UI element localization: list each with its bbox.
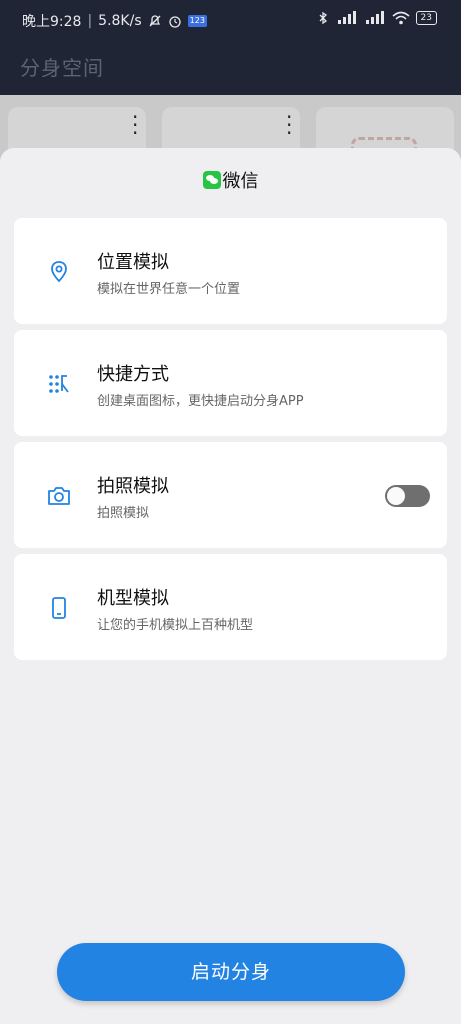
camera-simulation-toggle[interactable] xyxy=(385,485,430,507)
more-options-icon[interactable]: · · · xyxy=(286,107,292,143)
option-location-simulation[interactable]: 位置模拟 模拟在世界任意一个位置 xyxy=(14,218,447,324)
signal-icon-2 xyxy=(365,11,384,24)
option-title: 快捷方式 xyxy=(97,364,169,385)
app-badge: 123 xyxy=(187,15,207,27)
option-desc: 拍照模拟 xyxy=(97,506,150,521)
shortcut-grid-icon xyxy=(49,375,69,393)
alarm-clock-icon xyxy=(168,16,181,28)
sheet-title: 微信 xyxy=(222,171,259,192)
option-title: 拍照模拟 xyxy=(97,476,169,497)
wechat-icon xyxy=(202,171,221,189)
status-right: 23 xyxy=(316,11,437,25)
start-clone-button[interactable]: 启动分身 xyxy=(57,943,405,1001)
more-options-icon[interactable]: · · · xyxy=(132,107,138,143)
page-title: 分身空间 xyxy=(20,56,104,80)
signal-icon xyxy=(337,11,356,24)
option-desc: 让您的手机模拟上百种机型 xyxy=(97,618,254,633)
option-shortcut[interactable]: 快捷方式 创建桌面图标，更快捷启动分身APP xyxy=(14,330,447,436)
app-bar: 分身空间 xyxy=(0,40,461,95)
option-desc: 模拟在世界任意一个位置 xyxy=(97,282,241,297)
mute-bell-icon xyxy=(149,15,161,27)
status-separator: | xyxy=(87,13,93,29)
battery-icon: 23 xyxy=(415,11,437,25)
wifi-icon xyxy=(392,11,410,25)
option-device-simulation[interactable]: 机型模拟 让您的手机模拟上百种机型 xyxy=(14,554,447,660)
status-time: 晚上9:28 xyxy=(22,14,82,30)
option-title: 机型模拟 xyxy=(97,588,169,609)
camera-icon xyxy=(48,487,70,505)
option-title: 位置模拟 xyxy=(97,252,169,273)
bottom-sheet: 微信 位置模拟 模拟在世界任意一个位置 快捷方式 创建桌面图标，更快捷启动分身A… xyxy=(0,148,461,1024)
status-bar: 晚上9:28 | 5.8K/s 123 23 xyxy=(0,0,461,40)
sheet-header: 微信 xyxy=(0,167,461,193)
phone-device-icon xyxy=(52,597,66,619)
status-left: 晚上9:28 | 5.8K/s 123 xyxy=(22,11,207,31)
location-pin-icon xyxy=(51,261,67,283)
option-camera-simulation[interactable]: 拍照模拟 拍照模拟 xyxy=(14,442,447,548)
bluetooth-icon xyxy=(319,11,327,25)
toggle-knob xyxy=(387,487,405,505)
option-desc: 创建桌面图标，更快捷启动分身APP xyxy=(97,394,304,409)
network-speed: 5.8K/s xyxy=(98,13,142,29)
